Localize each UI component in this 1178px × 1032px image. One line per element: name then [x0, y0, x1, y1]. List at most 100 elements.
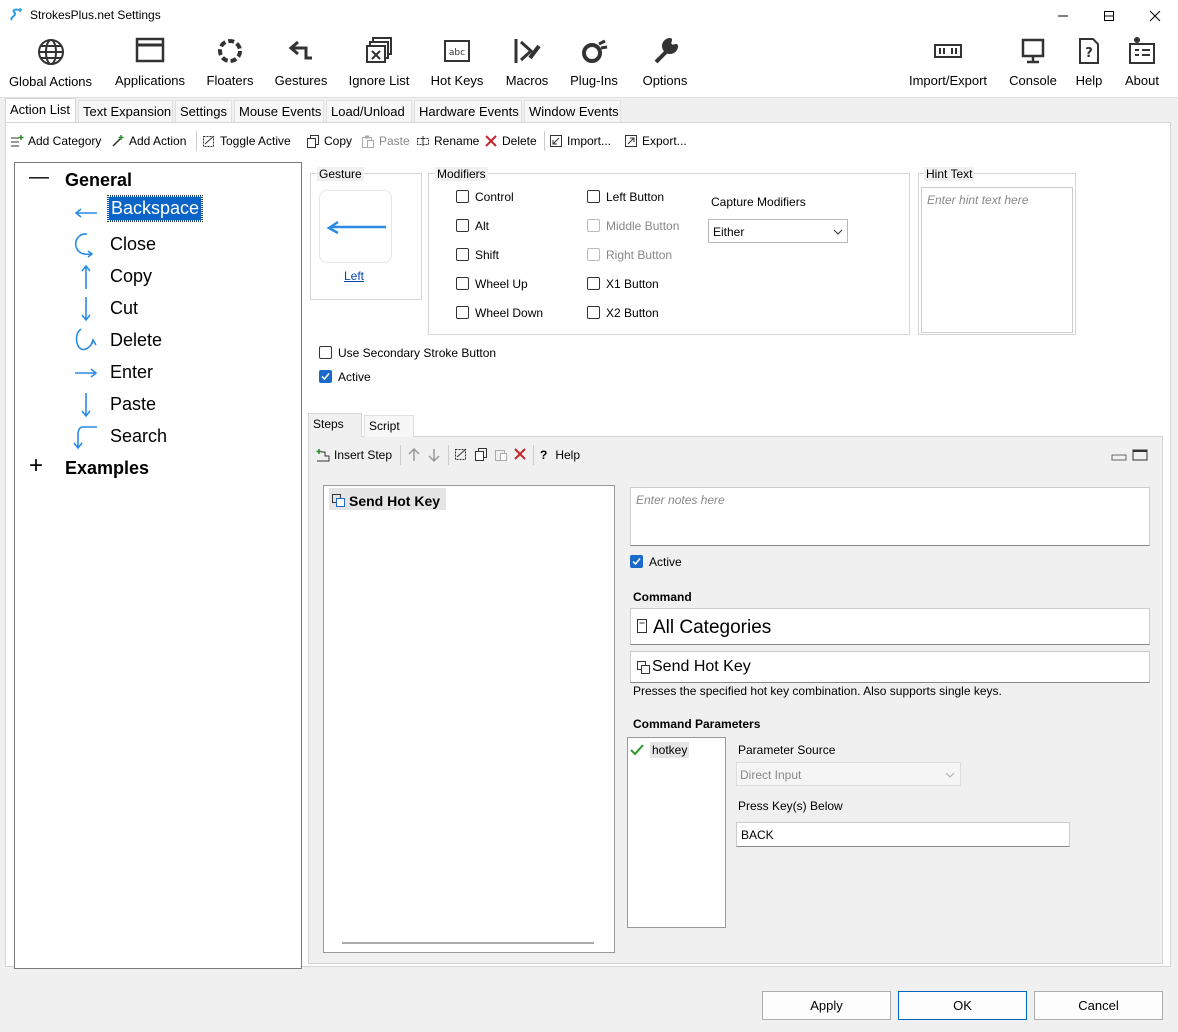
- press-keys-input[interactable]: BACK: [736, 822, 1070, 847]
- tree-item-cut[interactable]: Cut: [110, 298, 138, 319]
- apply-button[interactable]: Apply: [762, 991, 891, 1020]
- tab-window-events[interactable]: Window Events: [524, 100, 621, 122]
- hint-text-input[interactable]: Enter hint text here: [921, 187, 1073, 333]
- minimize-button-alt[interactable]: [1040, 0, 1086, 32]
- delete-button[interactable]: Delete: [484, 131, 537, 151]
- tab-mouse-events[interactable]: Mouse Events: [234, 100, 324, 122]
- rename-button[interactable]: Rename: [416, 131, 479, 151]
- move-down-icon[interactable]: [427, 447, 441, 463]
- add-category-button[interactable]: Add Category: [10, 131, 101, 151]
- toolbar-console[interactable]: Console: [1004, 34, 1062, 94]
- maximize-button[interactable]: [1086, 0, 1132, 32]
- ok-button[interactable]: OK: [898, 991, 1027, 1020]
- general-expander[interactable]: —: [29, 166, 49, 189]
- toggle-step-icon[interactable]: [454, 447, 468, 461]
- active-checkbox[interactable]: [319, 370, 332, 383]
- x1-button-checkbox[interactable]: [587, 277, 600, 290]
- tab-text-expansion[interactable]: Text Expansion: [78, 100, 173, 122]
- horizontal-scrollbar[interactable]: [342, 942, 594, 944]
- restore-pane-icon[interactable]: [1111, 449, 1127, 461]
- category-value: All Categories: [653, 617, 772, 638]
- step-notes-input[interactable]: Enter notes here: [630, 487, 1150, 546]
- command-select[interactable]: Send Hot Key: [630, 651, 1150, 683]
- tab-settings[interactable]: Settings: [175, 100, 232, 122]
- wheel-down-checkbox[interactable]: [456, 306, 469, 319]
- toolbar-label: Macros: [505, 73, 549, 88]
- delete-step-icon[interactable]: [513, 447, 527, 461]
- tree-item-search[interactable]: Search: [110, 426, 167, 447]
- tree-item-close[interactable]: Close: [110, 234, 156, 255]
- toolbar-label: Options: [642, 73, 688, 88]
- tree-item-copy[interactable]: Copy: [110, 266, 152, 287]
- step-active-checkbox[interactable]: [630, 555, 643, 568]
- checkmark-icon: [321, 373, 330, 381]
- control-checkbox[interactable]: [456, 190, 469, 203]
- paste-step-icon[interactable]: [494, 447, 508, 461]
- toolbar-options[interactable]: Options: [636, 34, 694, 94]
- copy-button[interactable]: Copy: [306, 131, 352, 151]
- examples-expander[interactable]: +: [29, 453, 43, 479]
- command-category-select[interactable]: All Categories: [630, 608, 1150, 645]
- gesture-name-link[interactable]: Left: [344, 269, 364, 283]
- tree-item-enter[interactable]: Enter: [110, 362, 153, 383]
- gesture-preview[interactable]: [319, 190, 392, 263]
- tree-group-general[interactable]: General: [65, 170, 132, 191]
- tree-item-backspace[interactable]: Backspace: [106, 195, 204, 222]
- add-action-button[interactable]: Add Action: [111, 131, 186, 151]
- toolbar-floaters[interactable]: Floaters: [200, 34, 260, 94]
- gesture-delete-icon: [75, 328, 97, 351]
- tab-steps[interactable]: Steps: [308, 413, 362, 437]
- export-button[interactable]: Export...: [624, 131, 687, 151]
- cancel-button[interactable]: Cancel: [1034, 991, 1163, 1020]
- parameters-list[interactable]: hotkey: [627, 737, 726, 928]
- press-keys-label: Press Key(s) Below: [738, 799, 843, 813]
- capture-modifiers-select[interactable]: Either: [708, 219, 848, 243]
- left-button-checkbox[interactable]: [587, 190, 600, 203]
- toolbar-help[interactable]: ? Help: [1068, 34, 1110, 94]
- toolbar-hot-keys[interactable]: abc Hot Keys: [426, 34, 488, 94]
- toolbar-applications[interactable]: Applications: [108, 34, 192, 94]
- gesture-icon: [288, 40, 312, 60]
- toolbar-ignore-list[interactable]: Ignore List: [342, 34, 416, 94]
- tab-load-unload[interactable]: Load/Unload: [326, 100, 412, 122]
- toolbar-about[interactable]: About: [1118, 34, 1166, 94]
- use-secondary-stroke-checkbox[interactable]: [319, 346, 332, 359]
- toolbar-macros[interactable]: Macros: [498, 34, 556, 94]
- about-icon: [1129, 37, 1155, 64]
- tab-action-list[interactable]: Action List: [5, 98, 76, 123]
- move-up-icon[interactable]: [407, 447, 421, 463]
- tree-item-delete[interactable]: Delete: [110, 330, 162, 351]
- tab-hardware-events[interactable]: Hardware Events: [414, 100, 522, 122]
- left-button-label: Left Button: [606, 190, 665, 204]
- copy-step-icon[interactable]: [474, 447, 488, 461]
- paste-button[interactable]: Paste: [361, 131, 410, 151]
- steps-list[interactable]: Send Hot Key: [323, 485, 615, 953]
- toolbar-global-actions[interactable]: Global Actions: [3, 34, 98, 94]
- tree-group-examples[interactable]: Examples: [65, 458, 149, 479]
- toggle-active-label: Toggle Active: [220, 134, 291, 148]
- tree-item-paste[interactable]: Paste: [110, 394, 156, 415]
- minimize-icon: [1058, 15, 1068, 17]
- control-label: Control: [475, 190, 514, 204]
- toolbar-gestures[interactable]: Gestures: [270, 34, 332, 94]
- action-tree[interactable]: — General Backspace Close Copy Cut Delet…: [14, 162, 302, 969]
- step-item[interactable]: Send Hot Key: [329, 488, 447, 510]
- toggle-active-button[interactable]: Toggle Active: [202, 131, 291, 151]
- x2-button-checkbox[interactable]: [587, 306, 600, 319]
- x1-button-label: X1 Button: [606, 277, 659, 291]
- toolbar-plug-ins[interactable]: Plug-Ins: [564, 34, 624, 94]
- maximize-pane-icon[interactable]: [1132, 449, 1148, 461]
- paste-label: Paste: [379, 134, 410, 148]
- close-window-button[interactable]: [1132, 0, 1178, 32]
- tab-script[interactable]: Script: [364, 415, 414, 437]
- alt-checkbox[interactable]: [456, 219, 469, 232]
- shift-checkbox[interactable]: [456, 248, 469, 261]
- import-button[interactable]: Import...: [549, 131, 611, 151]
- toolbar-label: Global Actions: [8, 74, 93, 89]
- parameter-item[interactable]: hotkey: [630, 740, 690, 759]
- gesture-left-icon: [74, 208, 97, 218]
- insert-step-button[interactable]: Insert Step: [316, 445, 392, 465]
- toolbar-import-export[interactable]: Import/Export: [902, 34, 994, 94]
- steps-help-button[interactable]: ? Help: [540, 445, 580, 465]
- wheel-up-checkbox[interactable]: [456, 277, 469, 290]
